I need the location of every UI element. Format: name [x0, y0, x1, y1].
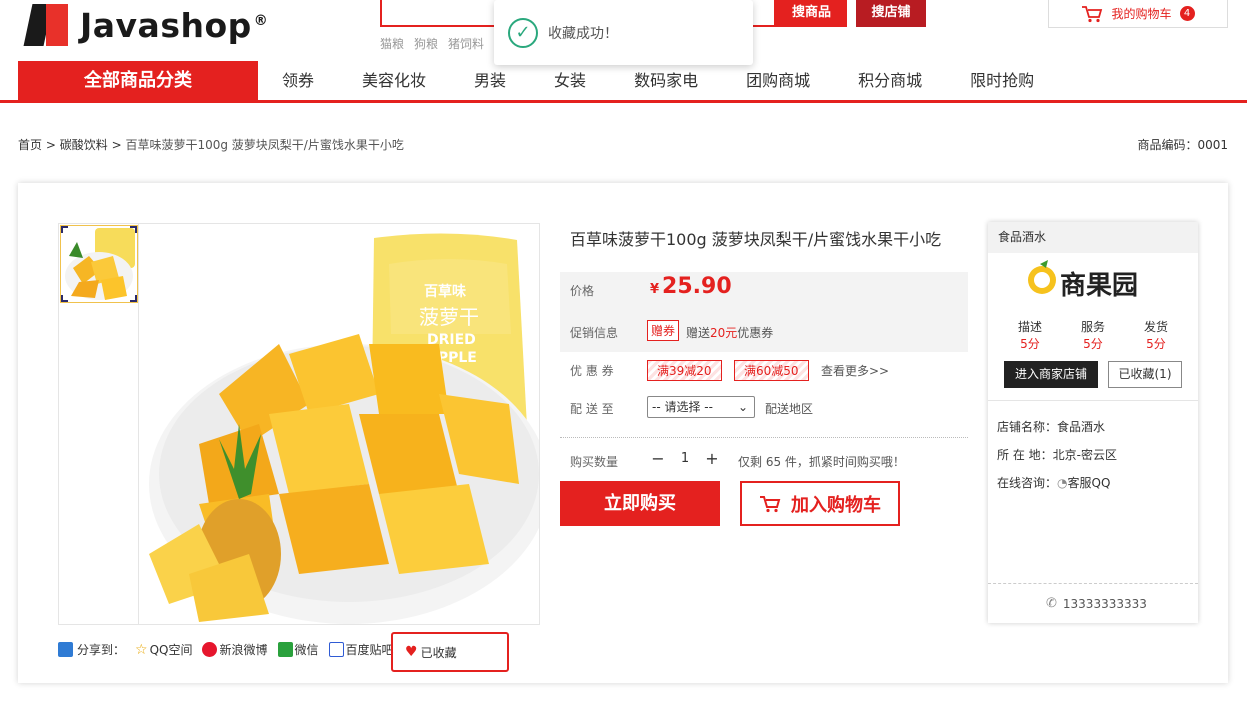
promo-label: 促销信息 — [570, 326, 619, 340]
hot-word[interactable]: 猪饲料 — [448, 35, 484, 52]
favorite-button[interactable]: ♥ 已收藏 — [391, 632, 509, 672]
buy-now-button[interactable]: 立即购买 — [560, 481, 720, 526]
coupon-label: 优 惠 券 — [570, 364, 614, 378]
coupon-item[interactable]: 满60减50 — [734, 360, 809, 381]
nav-item-womenswear[interactable]: 女装 — [530, 61, 610, 101]
score-shipping: 发货 5分 — [1143, 320, 1168, 351]
cart-button[interactable]: 我的购物车 4 — [1048, 0, 1228, 28]
divider — [988, 583, 1198, 584]
divider — [560, 437, 968, 438]
delivery-area: 配送地区 — [765, 402, 814, 416]
heart-icon: ♥ — [405, 644, 418, 660]
cart-icon — [760, 495, 781, 512]
logo-text: Javashop ® — [80, 5, 269, 45]
hot-word[interactable]: 猫粮 — [380, 35, 404, 52]
product-thumbnail[interactable] — [60, 225, 138, 303]
score-service: 服务 5分 — [1080, 320, 1105, 351]
qzone-star-icon: ☆ — [135, 641, 148, 658]
wechat-icon — [277, 642, 293, 657]
hot-words: 猫粮 狗粮 猪饲料 — [380, 35, 484, 52]
site-logo[interactable]: Javashop ® — [22, 3, 268, 47]
toast-message: 收藏成功！ — [548, 25, 618, 42]
add-to-cart-button[interactable]: 加入购物车 — [740, 481, 900, 526]
logo-mark-icon — [22, 4, 68, 46]
delivery-select[interactable]: -- 请选择 -- ⌄ — [647, 396, 755, 418]
qty-label: 购买数量 — [570, 455, 619, 469]
breadcrumb-current: 百草味菠萝干100g 菠萝块凤梨干/片蜜饯水果干小吃 — [125, 138, 404, 152]
nav-item-menswear[interactable]: 男装 — [450, 61, 530, 101]
nav-item-points[interactable]: 积分商城 — [834, 61, 946, 101]
coupon-more-link[interactable]: 查看更多>> — [821, 362, 889, 379]
shop-logo-text: 商果园 — [1060, 270, 1138, 301]
nav-item-beauty[interactable]: 美容化妆 — [338, 61, 450, 101]
main-nav: 领券 美容化妆 男装 女装 数码家电 团购商城 积分商城 限时抢购 — [258, 61, 1058, 101]
qq-icon: ◔ — [1057, 476, 1068, 490]
weibo-icon — [202, 642, 218, 657]
product-price: ¥25.90 — [650, 274, 732, 299]
shop-name-row: 店铺名称：食品酒水 — [997, 420, 1106, 434]
share-tieba[interactable]: 百度贴吧 — [328, 641, 394, 658]
cart-icon — [1082, 5, 1103, 22]
product-main-image: 百草味 菠萝干 DRIED APPLE — [139, 224, 539, 624]
package-brand: 百草味 — [424, 283, 466, 300]
enter-shop-button[interactable]: 进入商家店铺 — [1004, 361, 1098, 388]
share-wechat[interactable]: 微信 — [277, 641, 319, 658]
breadcrumb-category[interactable]: 碳酸饮料 — [60, 138, 108, 152]
goods-code: 商品编码：0001 — [1137, 138, 1228, 152]
customer-service-link[interactable]: 客服QQ — [1068, 476, 1111, 490]
nav-item-groupbuy[interactable]: 团购商城 — [722, 61, 834, 101]
qty-value[interactable]: 1 — [669, 451, 701, 466]
shop-phone: ✆ 13333333333 — [1046, 596, 1147, 611]
share-bar: 分享到： ☆ QQ空间 新浪微博 微信 百度贴吧 — [58, 641, 394, 658]
search-shop-button[interactable]: 搜店铺 — [856, 0, 926, 27]
stock-text: 仅剩 65 件，抓紧时间购买哦！ — [738, 455, 905, 469]
success-toast: ✓ 收藏成功！ — [494, 0, 753, 65]
quantity-stepper: − 1 + — [647, 449, 723, 468]
qty-minus-button[interactable]: − — [647, 449, 669, 468]
tieba-icon — [328, 642, 344, 657]
cart-count-badge: 4 — [1179, 6, 1195, 21]
nav-item-flashsale[interactable]: 限时抢购 — [946, 61, 1058, 101]
price-label: 价格 — [570, 284, 595, 298]
search-goods-button[interactable]: 搜商品 — [776, 0, 847, 27]
coupon-item[interactable]: 满39减20 — [647, 360, 722, 381]
cart-label: 我的购物车 — [1111, 7, 1172, 21]
divider — [988, 400, 1198, 401]
breadcrumb-home[interactable]: 首页 — [18, 138, 42, 152]
product-title: 百草味菠萝干100g 菠萝块凤梨干/片蜜饯水果干小吃 — [570, 230, 942, 249]
check-circle-icon: ✓ — [508, 17, 538, 48]
package-title: 菠萝干 — [419, 305, 479, 329]
share-weibo[interactable]: 新浪微博 — [202, 641, 268, 658]
shop-scores: 描述 5分 服务 5分 发货 5分 — [1000, 318, 1186, 352]
chevron-down-icon: ⌄ — [737, 400, 748, 414]
phone-icon: ✆ — [1046, 596, 1057, 611]
hot-word[interactable]: 狗粮 — [414, 35, 438, 52]
shop-logo[interactable]: 商果园 — [1020, 258, 1162, 308]
score-description: 描述 5分 — [1017, 320, 1042, 351]
delivery-label: 配 送 至 — [570, 402, 614, 416]
shop-chat-row: 在线咨询：◔客服QQ — [997, 476, 1111, 490]
nav-item-electronics[interactable]: 数码家电 — [610, 61, 722, 101]
favorited-label: 已收藏 — [420, 645, 457, 660]
shop-location-row: 所 在 地：北京-密云区 — [997, 448, 1117, 462]
breadcrumb: 首页 > 碳酸饮料 > 百草味菠萝干100g 菠萝块凤梨干/片蜜饯水果干小吃 — [18, 138, 404, 152]
share-plus-icon — [58, 642, 73, 657]
promo-text: 赠送20元优惠券 — [686, 326, 774, 340]
all-categories-button[interactable]: 全部商品分类 — [18, 61, 258, 101]
qty-plus-button[interactable]: + — [701, 449, 723, 468]
promo-tag: 赠券 — [647, 320, 680, 341]
shop-card-title: 食品酒水 — [988, 222, 1198, 253]
nav-item-coupons[interactable]: 领券 — [258, 61, 338, 101]
share-label: 分享到： — [77, 643, 126, 657]
share-qzone[interactable]: ☆ QQ空间 — [135, 641, 192, 658]
shop-favorited-button[interactable]: 已收藏(1) — [1108, 361, 1182, 388]
